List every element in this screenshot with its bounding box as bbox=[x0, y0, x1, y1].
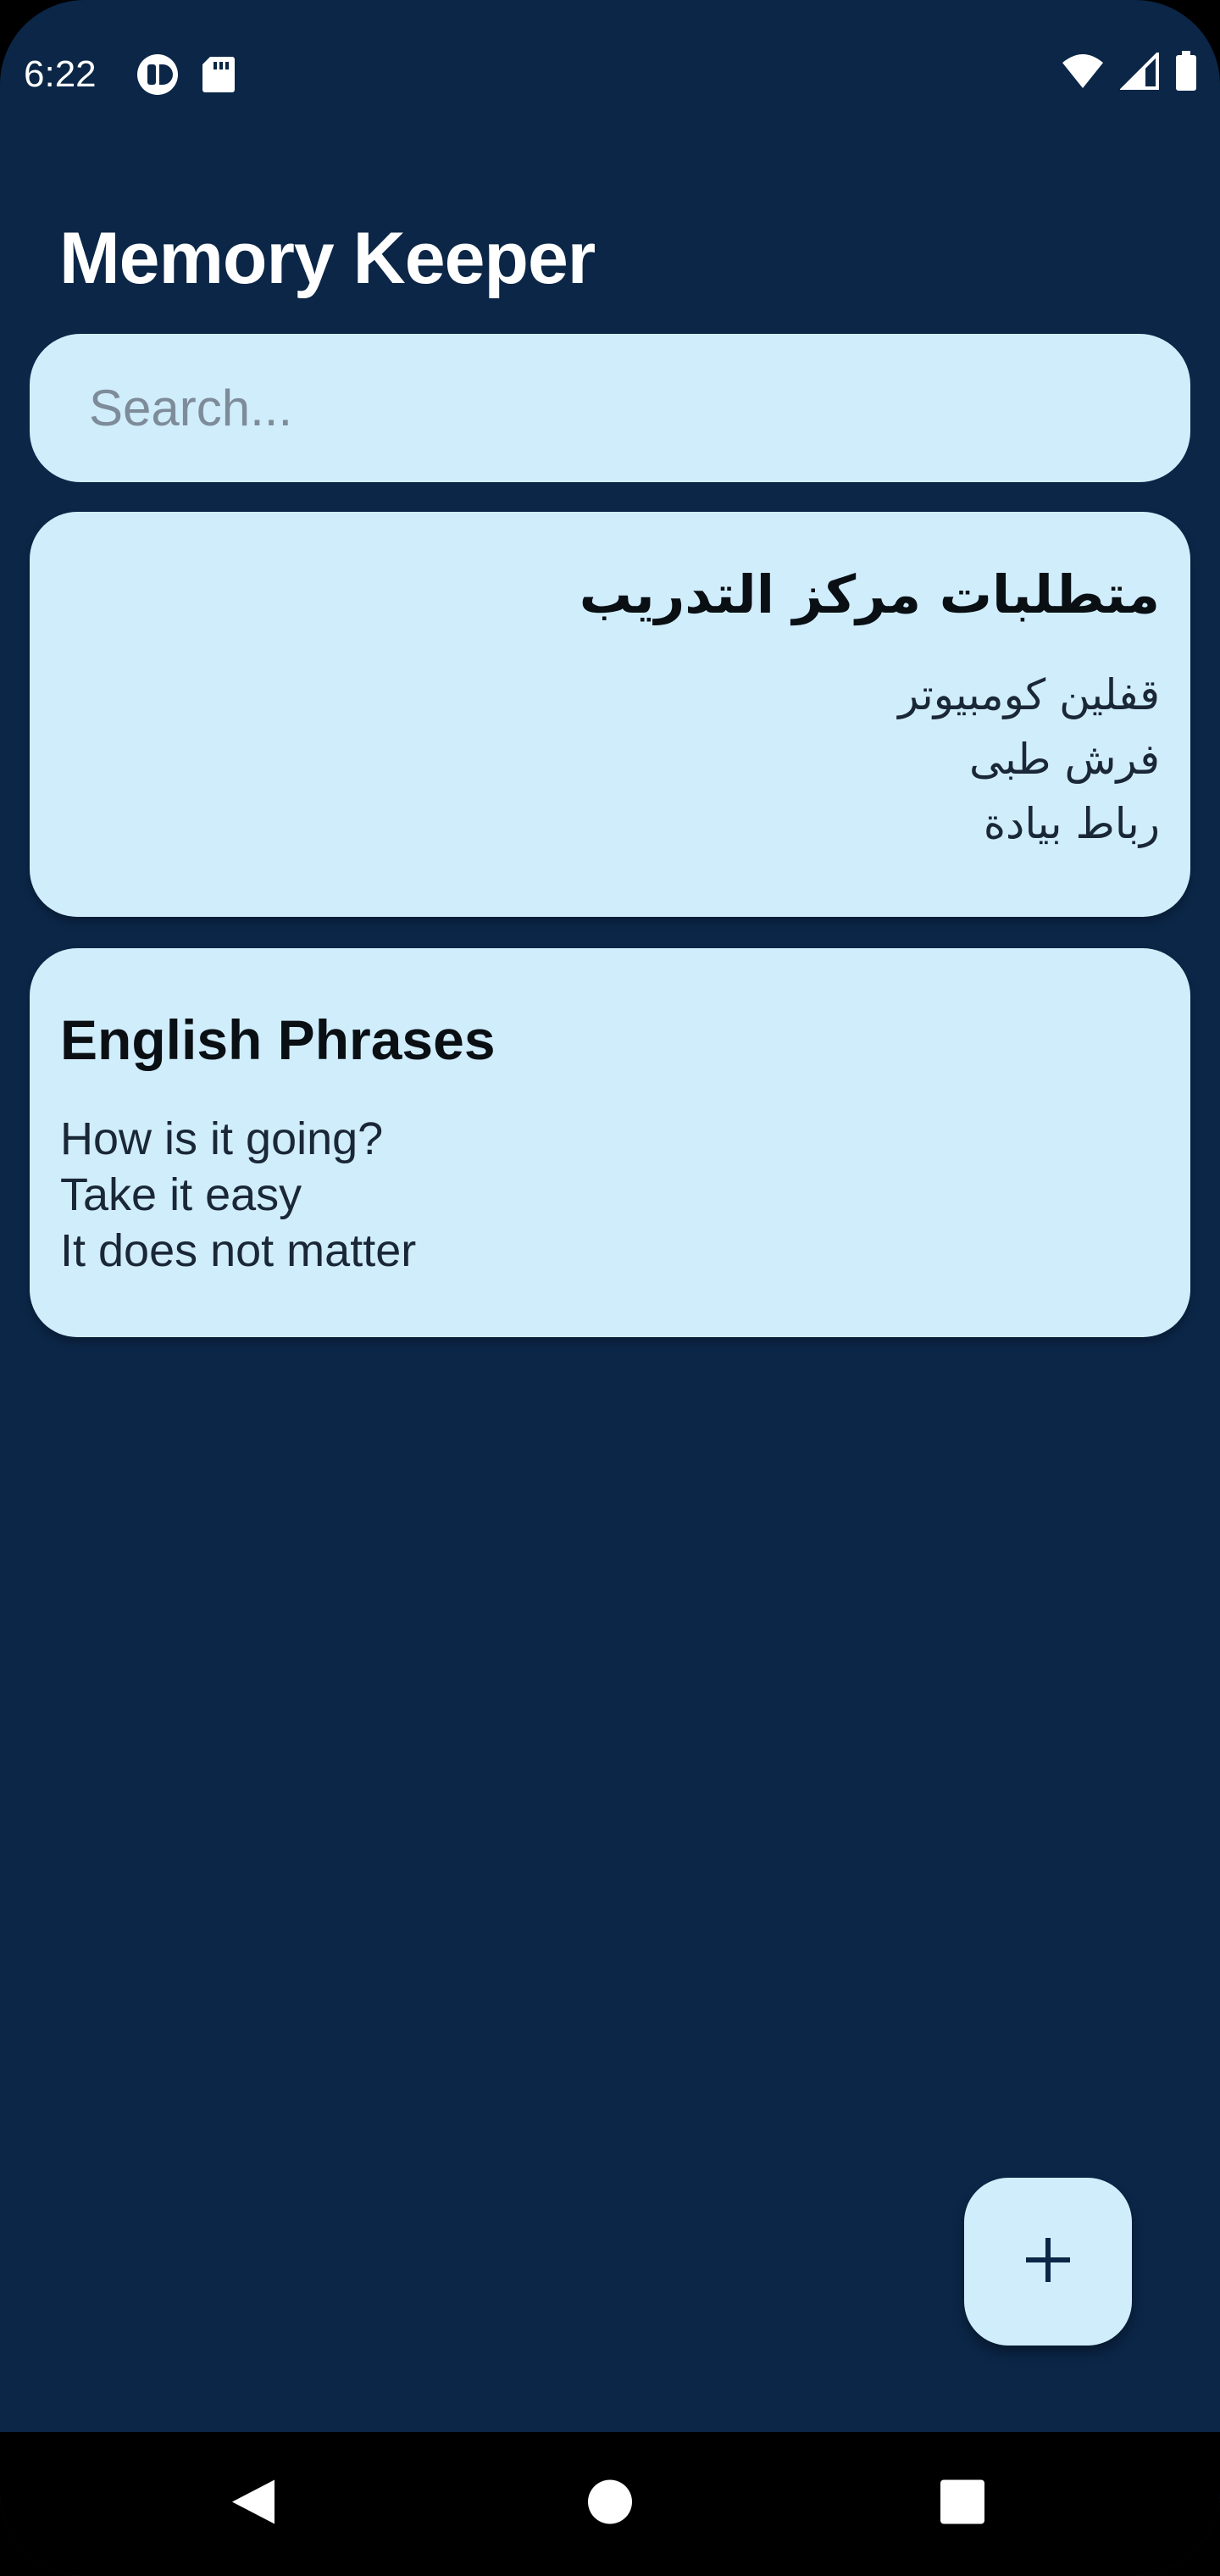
status-right-icons bbox=[1061, 50, 1198, 96]
search-box[interactable] bbox=[30, 334, 1190, 482]
note-body: قفلين كومبيوتر فرش طبى رباط بيادة bbox=[898, 670, 1160, 848]
note-title: English Phrases bbox=[60, 1008, 496, 1071]
page-title: Memory Keeper bbox=[59, 218, 596, 299]
cellular-signal-icon bbox=[1119, 50, 1159, 94]
plus-icon bbox=[1023, 2235, 1073, 2290]
recents-icon[interactable] bbox=[939, 2479, 986, 2530]
note-card[interactable]: English Phrases How is it going? Take it… bbox=[30, 948, 1190, 1337]
status-time: 6:22 bbox=[24, 53, 97, 95]
wifi-icon bbox=[1061, 53, 1105, 94]
status-left-icons bbox=[136, 53, 236, 101]
note-card[interactable]: متطلبات مركز التدريب قفلين كومبيوتر فرش … bbox=[30, 512, 1190, 917]
note-title: متطلبات مركز التدريب bbox=[579, 564, 1160, 625]
status-bar: 6:22 bbox=[0, 0, 1220, 144]
navigation-bar bbox=[0, 2432, 1220, 2576]
notification-app-icon bbox=[136, 53, 180, 101]
home-icon[interactable] bbox=[586, 2479, 634, 2530]
sd-card-icon bbox=[202, 55, 236, 98]
app-screen: 6:22 Memory Keeper Search... متطلبات مرك… bbox=[0, 0, 1220, 2576]
note-body: How is it going? Take it easy It does no… bbox=[60, 1113, 417, 1276]
battery-icon bbox=[1174, 51, 1198, 96]
back-icon[interactable] bbox=[229, 2477, 276, 2532]
add-note-button[interactable] bbox=[964, 2178, 1132, 2346]
search-input[interactable] bbox=[89, 334, 1148, 482]
